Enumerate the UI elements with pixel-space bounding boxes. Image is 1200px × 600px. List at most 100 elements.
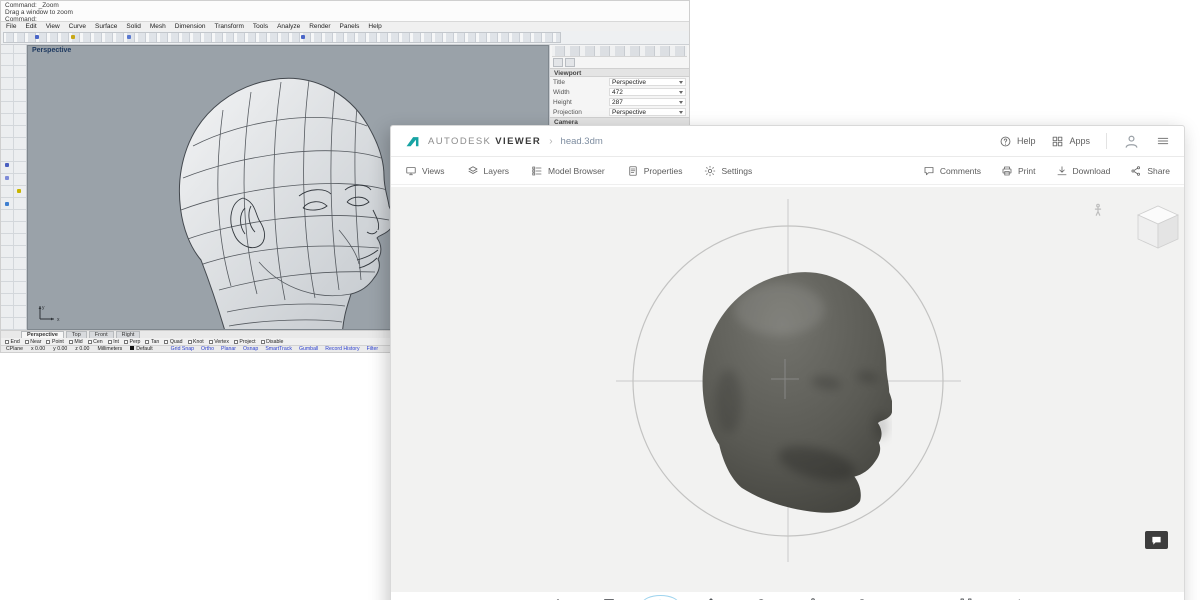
side-toolbar[interactable] [1,45,27,330]
osnap-checkbox[interactable]: Mid [69,339,83,345]
osnap-checkbox[interactable]: Disable [261,339,284,345]
toolbar-button[interactable]: Model Browser [531,165,605,177]
property-value[interactable]: Perspective [609,108,686,116]
checkbox-icon[interactable] [261,340,265,344]
menu-item[interactable]: File [6,23,16,30]
viewport-title[interactable]: Perspective [32,47,71,54]
viewport-tab[interactable]: Front [89,331,114,339]
status-toggle[interactable]: Filter [367,346,379,352]
viewer-tool-button[interactable]: Orbit [642,595,678,600]
menu-item[interactable]: Panels [340,23,360,30]
user-avatar[interactable] [1123,133,1140,150]
checkbox-icon[interactable] [25,340,29,344]
viewcube[interactable] [1129,199,1184,253]
viewer-tool-button[interactable]: Pan [693,595,729,600]
checkbox-icon[interactable] [188,340,192,344]
viewport-tab[interactable]: Top [66,331,87,339]
viewer-tool-button[interactable]: First person [795,595,831,600]
menu-item[interactable]: Mesh [150,23,166,30]
property-value[interactable]: 287 [609,98,686,106]
toolbar-button[interactable]: Print [1001,165,1035,177]
status-toggle[interactable]: Ortho [201,346,214,352]
menu-item[interactable]: Analyze [277,23,300,30]
toolbar-icon[interactable] [35,35,39,39]
viewer-tool-button[interactable]: Measure [897,595,933,600]
toolbar-icon[interactable] [301,35,305,39]
hamburger-menu-icon[interactable] [1156,134,1170,148]
toolbar-icon[interactable] [71,35,75,39]
sidebar-icon[interactable] [5,176,9,180]
osnap-checkbox[interactable]: Point [46,339,63,345]
property-value[interactable]: Perspective [609,78,686,86]
checkbox-icon[interactable] [209,340,213,344]
panel-tab-strip[interactable] [552,46,687,57]
apps-button[interactable]: Apps [1051,135,1090,148]
viewer-tool-button[interactable]: Explode [948,595,984,600]
checkbox-icon[interactable] [108,340,112,344]
panel-button[interactable] [565,58,575,67]
help-button[interactable]: Help [999,135,1036,148]
osnap-checkbox[interactable]: Quad [164,339,182,345]
checkbox-icon[interactable] [46,340,50,344]
human-scale-icon[interactable] [1091,201,1105,219]
viewer-tool-button[interactable]: Fit to view [591,595,627,600]
viewer-tool-button[interactable]: Zoom [744,595,780,600]
osnap-checkbox[interactable]: Tan [145,339,159,345]
status-toggle[interactable]: Grid Snap [171,346,194,352]
feedback-button[interactable] [1145,531,1168,549]
breadcrumb-file-name[interactable]: head.3dm [561,136,603,147]
checkbox-icon[interactable] [88,340,92,344]
toolbar-icon-strip[interactable] [3,32,561,43]
status-toggle[interactable]: Gumball [299,346,318,352]
osnap-checkbox[interactable]: Vertex [209,339,229,345]
checkbox-icon[interactable] [164,340,168,344]
toolbar-button[interactable]: Properties [627,165,683,177]
osnap-checkbox[interactable]: Perp [124,339,140,345]
status-layer[interactable]: Default [130,346,152,352]
toolbar-button[interactable]: Comments [923,165,981,177]
menu-item[interactable]: View [46,23,60,30]
osnap-checkbox[interactable]: Project [234,339,256,345]
osnap-checkbox[interactable]: Int [108,339,119,345]
status-units[interactable]: Millimeters [97,346,122,352]
viewer-tool-button[interactable]: Markup [999,595,1035,600]
osnap-checkbox[interactable]: Near [25,339,42,345]
command-history[interactable]: Command: _ZoomDrag a window to zoomComma… [1,1,689,22]
checkbox-icon[interactable] [234,340,238,344]
menu-item[interactable]: Transform [215,23,244,30]
osnap-checkbox[interactable]: Cen [88,339,103,345]
toolbar-button[interactable]: Layers [467,165,510,177]
menu-item[interactable]: Dimension [175,23,206,30]
status-toggle[interactable]: Osnap [243,346,258,352]
osnap-checkbox[interactable]: End [5,339,20,345]
toolbar-icon[interactable] [127,35,131,39]
menu-item[interactable]: Curve [69,23,86,30]
viewer-tool-button[interactable]: Home [540,595,576,600]
menu-item[interactable]: Solid [126,23,140,30]
sidebar-icon[interactable] [5,202,9,206]
toolbar-button[interactable]: Views [405,165,445,177]
status-toggle[interactable]: Planar [221,346,236,352]
sidebar-icon[interactable] [17,189,21,193]
menu-item[interactable]: Help [368,23,381,30]
checkbox-icon[interactable] [69,340,73,344]
viewport-tab[interactable]: Perspective [21,331,64,339]
toolbar-button[interactable]: Download [1056,165,1111,177]
checkbox-icon[interactable] [145,340,149,344]
menu-item[interactable]: Edit [25,23,36,30]
status-toggle[interactable]: Record History [325,346,359,352]
menu-item[interactable]: Tools [253,23,268,30]
sidebar-icon[interactable] [5,163,9,167]
status-toggle[interactable]: SmartTrack [265,346,292,352]
viewer-tool-button[interactable]: ▾ Camera [846,595,882,600]
status-cplane[interactable]: CPlane [6,346,23,352]
viewer-3d-canvas[interactable] [391,187,1184,592]
toolbar-button[interactable]: Share [1130,165,1170,177]
osnap-checkbox[interactable]: Knot [188,339,204,345]
property-value[interactable]: 472 [609,88,686,96]
checkbox-icon[interactable] [124,340,128,344]
menu-item[interactable]: Surface [95,23,117,30]
menu-item[interactable]: Render [309,23,330,30]
checkbox-icon[interactable] [5,340,9,344]
main-toolbar[interactable] [1,31,689,45]
